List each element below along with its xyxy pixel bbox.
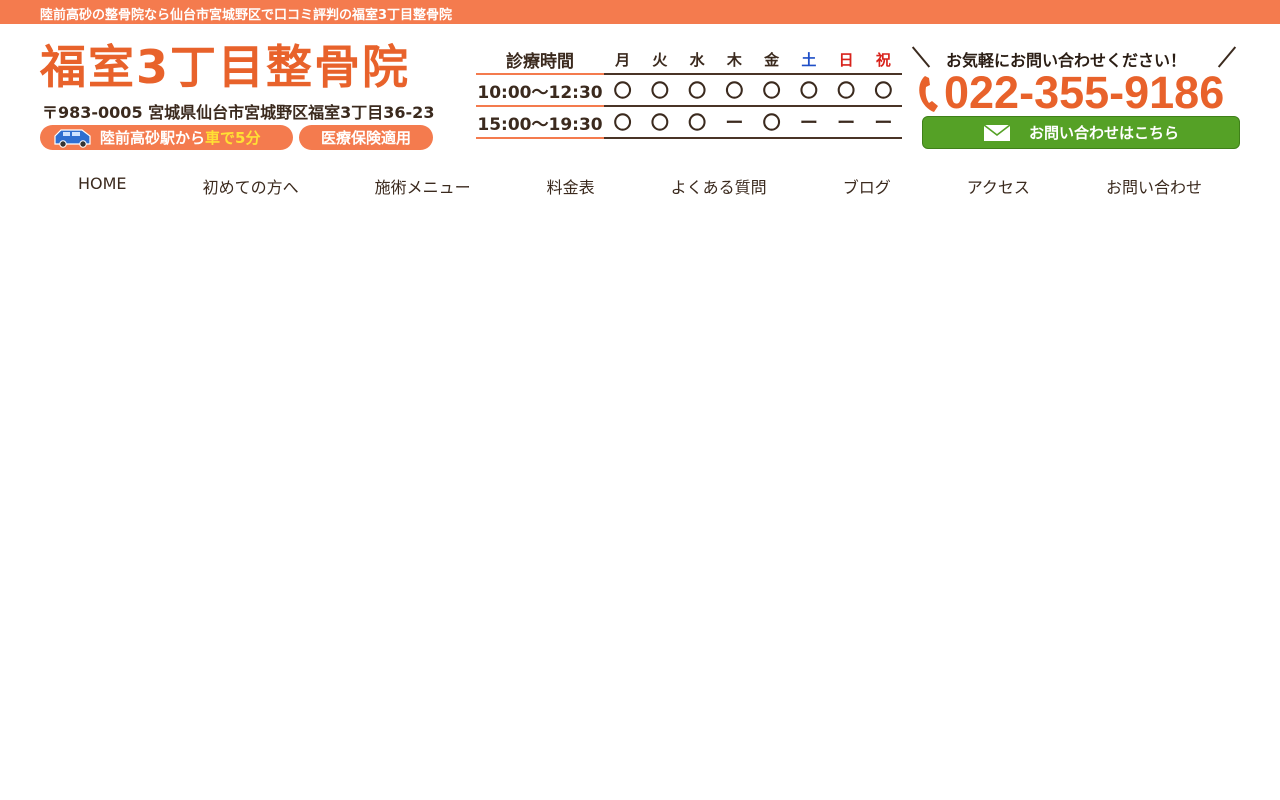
- contact-form-button-label: お問い合わせはこちら: [1028, 124, 1179, 142]
- hours-mark: 〇: [753, 106, 791, 139]
- hours-mark: 〇: [715, 74, 753, 107]
- nav-item-contact[interactable]: お問い合わせ: [1068, 170, 1240, 202]
- day-mon: 月: [604, 45, 642, 75]
- day-thu: 木: [715, 45, 753, 75]
- hours-mark: 〇: [827, 74, 865, 107]
- access-badge: 陸前高砂駅から 車で5分: [40, 125, 293, 150]
- hours-header-label: 診療時間: [476, 45, 604, 75]
- phone-icon: [919, 76, 938, 112]
- hours-row-afternoon: 15:00～19:30 〇 〇 〇 ー 〇 ー ー ー: [476, 106, 902, 139]
- contact-form-button[interactable]: お問い合わせはこちら: [922, 116, 1240, 149]
- access-highlight: 車で5分: [205, 129, 261, 147]
- nav-item-access[interactable]: アクセス: [929, 170, 1068, 202]
- office-hours-table: 診療時間 月 火 水 木 金 土 日 祝 10:00～12:30 〇 〇 〇 〇…: [476, 45, 902, 139]
- hours-mark: 〇: [641, 74, 679, 107]
- nav-item-treatment-menu[interactable]: 施術メニュー: [337, 170, 509, 202]
- nav-item-home[interactable]: HOME: [40, 170, 165, 202]
- day-tue: 火: [641, 45, 679, 75]
- main-navigation: HOME 初めての方へ 施術メニュー 料金表 よくある質問 ブログ アクセス お…: [40, 170, 1240, 202]
- hours-time: 10:00～12:30: [476, 74, 604, 107]
- site-logo-title[interactable]: 福室3丁目整骨院: [40, 38, 410, 96]
- day-sun: 日: [827, 45, 865, 75]
- car-icon: [54, 128, 91, 148]
- insurance-badge: 医療保険適用: [299, 125, 433, 150]
- hours-mark: 〇: [641, 106, 679, 139]
- nav-item-faq[interactable]: よくある質問: [633, 170, 805, 202]
- decorative-slash-left: [911, 46, 931, 68]
- top-bar-text: 陸前高砂の整骨院なら仙台市宮城野区で口コミ評判の福室3丁目整骨院: [40, 8, 453, 23]
- hours-mark: 〇: [604, 106, 642, 139]
- phone-link[interactable]: 022-355-9186: [916, 69, 1224, 117]
- hours-mark: 〇: [678, 74, 716, 107]
- nav-item-pricing[interactable]: 料金表: [509, 170, 633, 202]
- nav-item-first-visit[interactable]: 初めての方へ: [165, 170, 337, 202]
- day-sat: 土: [790, 45, 828, 75]
- day-wed: 水: [678, 45, 716, 75]
- day-fri: 金: [753, 45, 791, 75]
- decorative-slash-right: [1217, 46, 1237, 68]
- day-holiday: 祝: [864, 45, 902, 75]
- hours-mark: 〇: [864, 74, 902, 107]
- hours-row-morning: 10:00～12:30 〇 〇 〇 〇 〇 〇 〇 〇: [476, 74, 902, 107]
- hours-mark: 〇: [678, 106, 716, 139]
- hours-mark: ー: [864, 106, 902, 139]
- nav-item-blog[interactable]: ブログ: [805, 170, 929, 202]
- hours-mark: ー: [715, 106, 753, 139]
- hours-mark: 〇: [604, 74, 642, 107]
- access-text: 陸前高砂駅から: [100, 129, 206, 147]
- hours-mark: 〇: [790, 74, 828, 107]
- hours-mark: 〇: [753, 74, 791, 107]
- hours-mark: ー: [827, 106, 865, 139]
- phone-number: 022-355-9186: [944, 67, 1225, 118]
- clinic-address: 〒983-0005 宮城県仙台市宮城野区福室3丁目36-23: [42, 103, 435, 122]
- top-bar: 陸前高砂の整骨院なら仙台市宮城野区で口コミ評判の福室3丁目整骨院: [0, 0, 1280, 24]
- insurance-text: 医療保険適用: [320, 129, 411, 147]
- mail-icon: [983, 123, 1011, 141]
- hours-time: 15:00～19:30: [476, 106, 604, 139]
- hours-mark: ー: [790, 106, 828, 139]
